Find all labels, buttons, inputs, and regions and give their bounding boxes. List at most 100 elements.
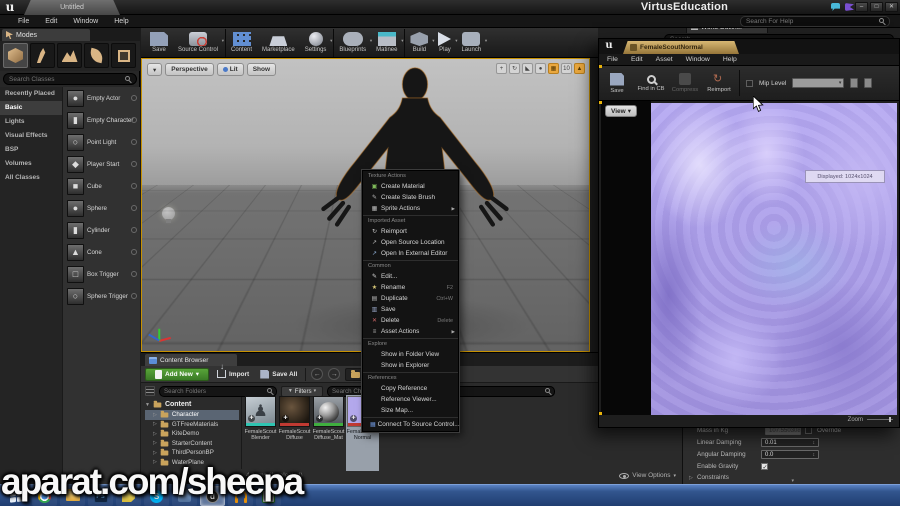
- menu-item[interactable]: Edit: [631, 56, 643, 63]
- placeable-item[interactable]: □ Box Trigger: [63, 263, 140, 285]
- context-menu-item[interactable]: Asset Actions ▶: [363, 326, 458, 337]
- context-menu-item[interactable]: Rename F2: [363, 282, 458, 293]
- save-all-button[interactable]: Save All: [257, 368, 300, 381]
- toolbar-button[interactable]: Save: [145, 29, 173, 57]
- placeable-item[interactable]: ● Sphere: [63, 197, 140, 219]
- tab-texture-asset[interactable]: FemaleScoutNormal: [623, 41, 739, 54]
- grid-snap-icon[interactable]: ▦: [548, 63, 559, 74]
- toolbar-button[interactable]: Launch ▾: [456, 29, 487, 57]
- category-item[interactable]: Visual Effects: [0, 129, 62, 143]
- context-menu-item[interactable]: Duplicate Ctrl+W: [363, 293, 458, 304]
- chevron-down-icon[interactable]: ▾: [401, 38, 403, 44]
- menu-item[interactable]: Help: [723, 56, 737, 63]
- expand-icon[interactable]: ▷: [153, 450, 157, 456]
- placeable-item[interactable]: ○ Sphere Trigger: [63, 285, 140, 307]
- forward-button[interactable]: →: [328, 368, 341, 380]
- translate-tool-icon[interactable]: +: [496, 63, 507, 74]
- expand-icon[interactable]: ▼: [145, 402, 150, 408]
- context-menu-item[interactable]: Create Material: [363, 181, 458, 192]
- context-menu-item[interactable]: Show in Folder View: [363, 349, 458, 360]
- menu-item[interactable]: File: [18, 18, 29, 25]
- context-menu-item[interactable]: Delete Delete: [363, 315, 458, 326]
- toolbar-button[interactable]: Content: [225, 28, 257, 57]
- help-search-input[interactable]: [740, 16, 890, 27]
- context-menu-item[interactable]: Reimport: [363, 226, 458, 237]
- menu-item[interactable]: Window: [73, 18, 98, 25]
- minimize-button[interactable]: –: [855, 2, 868, 12]
- zoom-slider[interactable]: [867, 417, 893, 422]
- mip-decrement-button[interactable]: [850, 78, 859, 88]
- folder-item[interactable]: ▷ GTFreeMaterials: [145, 420, 239, 430]
- toolbar-button[interactable]: Source Control ▾: [173, 29, 224, 57]
- context-menu-item[interactable]: Size Map...: [363, 405, 458, 416]
- asset-thumbnail[interactable]: [245, 396, 276, 427]
- asset-item[interactable]: FemaleScout Blender: [244, 395, 277, 471]
- context-menu-item[interactable]: Sprite Actions ▶: [363, 203, 458, 214]
- asset-item[interactable]: FemaleScout Diffuse: [278, 395, 311, 471]
- linear-damping-input[interactable]: 0.01 ↕: [761, 438, 819, 447]
- context-menu-item[interactable]: Open In External Editor: [363, 248, 458, 259]
- collapse-sources-icon[interactable]: [145, 386, 155, 396]
- asset-thumbnail[interactable]: [313, 396, 344, 427]
- asset-thumbnail[interactable]: [279, 396, 310, 427]
- import-button[interactable]: Import: [214, 363, 252, 381]
- view-options-button[interactable]: View Options ▾: [619, 472, 676, 479]
- category-item[interactable]: Volumes: [0, 157, 62, 171]
- mip-level-dropdown[interactable]: [792, 78, 845, 88]
- toolbar-button[interactable]: Settings ▾: [300, 29, 332, 57]
- category-item[interactable]: All Classes: [0, 171, 62, 185]
- menu-item[interactable]: Help: [114, 18, 128, 25]
- folder-item[interactable]: ▷ ThirdPersonBP: [145, 448, 239, 458]
- folder-root[interactable]: ▼ Content: [145, 399, 239, 410]
- foliage-mode-button[interactable]: [84, 43, 109, 68]
- menu-item[interactable]: Asset: [656, 56, 673, 63]
- expand-icon[interactable]: ▷: [153, 412, 157, 418]
- stepper-icon[interactable]: ↕: [813, 440, 816, 446]
- context-menu-item[interactable]: Create Slate Brush: [363, 192, 458, 203]
- view-dropdown-button[interactable]: View ▾: [605, 105, 637, 117]
- view-mode-button[interactable]: Lit: [216, 63, 244, 76]
- placeable-item[interactable]: ▮ Empty Character: [63, 109, 140, 131]
- placeable-item[interactable]: ○ Point Light: [63, 131, 140, 153]
- asset-item[interactable]: FemaleScout Diffuse_Mat: [312, 395, 345, 471]
- context-menu-item[interactable]: Connect To Source Control...: [363, 419, 460, 430]
- category-item[interactable]: Recently Placed: [0, 87, 62, 101]
- rotate-tool-icon[interactable]: ↻: [509, 63, 520, 74]
- add-new-button[interactable]: Add New ▾: [145, 367, 209, 381]
- save-button[interactable]: Save: [603, 72, 631, 94]
- category-item[interactable]: Basic: [0, 101, 62, 115]
- override-checkbox[interactable]: [805, 427, 812, 434]
- expand-icon[interactable]: ▷: [153, 431, 157, 437]
- rotation-snap-value[interactable]: 10: [561, 63, 572, 74]
- expand-icon[interactable]: ▷: [153, 421, 157, 427]
- camera-mode-button[interactable]: Perspective: [165, 63, 214, 76]
- toolbar-button[interactable]: Matinee ▾: [371, 29, 403, 57]
- menu-item[interactable]: File: [607, 56, 618, 63]
- menu-item[interactable]: Edit: [45, 18, 57, 25]
- maximize-button[interactable]: □: [870, 2, 883, 12]
- camera-speed-icon[interactable]: ▲: [574, 63, 585, 74]
- chevron-down-icon[interactable]: ▾: [330, 38, 332, 44]
- enable-gravity-checkbox[interactable]: [761, 463, 768, 471]
- mip-level-checkbox[interactable]: [746, 79, 753, 87]
- placeable-item[interactable]: ◆ Player Start: [63, 153, 140, 175]
- context-menu-item[interactable]: Copy Reference: [363, 383, 458, 394]
- context-menu-item[interactable]: Reference Viewer...: [363, 394, 458, 405]
- world-coord-icon[interactable]: ●: [535, 63, 546, 74]
- category-item[interactable]: Lights: [0, 115, 62, 129]
- texture-preview[interactable]: Displayed: 1024x1024: [651, 103, 897, 415]
- folder-item[interactable]: ▷ Character: [145, 410, 239, 420]
- project-tab[interactable]: Untitled: [24, 0, 120, 15]
- chevron-down-icon[interactable]: ▾: [222, 38, 224, 44]
- folder-item[interactable]: ▷ KiteDemo: [145, 429, 239, 439]
- expand-icon[interactable]: ▷: [153, 440, 157, 446]
- context-menu-item[interactable]: Edit...: [363, 271, 458, 282]
- back-button[interactable]: ←: [311, 368, 324, 380]
- geometry-mode-button[interactable]: [111, 43, 136, 68]
- mip-increment-button[interactable]: [864, 78, 873, 88]
- placeable-item[interactable]: ■ Cube: [63, 175, 140, 197]
- toolbar-button[interactable]: Build ▾: [404, 28, 434, 57]
- chevron-down-icon[interactable]: ▾: [485, 38, 487, 44]
- tab-modes[interactable]: Modes: [2, 29, 90, 41]
- paint-mode-button[interactable]: [30, 43, 55, 68]
